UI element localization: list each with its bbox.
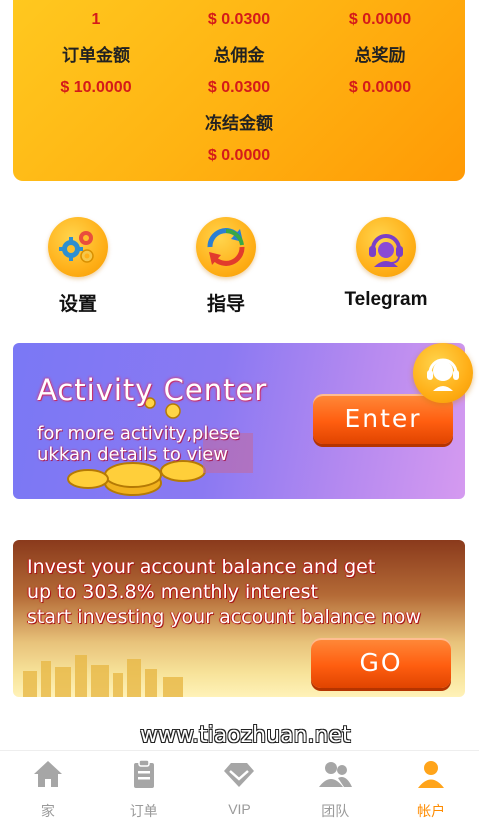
nav-team-label: 团队 xyxy=(321,803,350,818)
nav-vip[interactable]: VIP xyxy=(192,751,288,818)
stat-total-commission: 总佣金 $ 0.0300 xyxy=(169,45,309,99)
invest-line-3: start investing your account balance now xyxy=(27,606,421,628)
nav-account-label: 帐户 xyxy=(417,803,446,818)
nav-account[interactable]: 帐户 xyxy=(383,751,479,818)
stat-value: $ 0.0300 xyxy=(207,79,271,96)
account-stats-card: 1 $ 0.0300 $ 0.0000 订单金额 $ 10.0000 总佣金 $… xyxy=(13,0,465,181)
watermark: www.tiaozhuan.net xyxy=(140,723,351,748)
user-icon xyxy=(418,761,445,788)
invest-text: Invest your account balance and get up t… xyxy=(27,555,457,630)
stat-value: $ 0.0000 xyxy=(348,11,412,28)
invest-line-2: up to 303.8% menthly interest xyxy=(27,581,318,603)
nav-home[interactable]: 家 xyxy=(0,751,96,818)
nav-orders[interactable]: 订单 xyxy=(96,751,192,818)
stat-label: 订单金额 xyxy=(62,46,130,65)
guide-action[interactable]: 指导 xyxy=(166,217,286,316)
activity-center-subtitle: for more activity,plese ukkan details to… xyxy=(37,423,240,465)
go-button[interactable]: GO xyxy=(311,638,451,688)
bottom-nav: 家 订单 VIP 团队 帐户 xyxy=(0,750,479,818)
stat-value: $ 0.0000 xyxy=(348,79,412,96)
activity-center-title: Activity Center xyxy=(37,373,268,407)
nav-team[interactable]: 团队 xyxy=(287,751,383,818)
stat-label: 总奖励 xyxy=(354,46,406,65)
nav-home-label: 家 xyxy=(40,803,55,818)
stat-label: 总佣金 xyxy=(213,46,265,65)
headset-support-icon xyxy=(427,358,459,391)
stat-value: $ 0.0300 xyxy=(207,11,271,28)
stat-total-reward: 总奖励 $ 0.0000 xyxy=(310,45,450,99)
settings-label: 设置 xyxy=(58,294,97,315)
stat-row1-col3: $ 0.0000 xyxy=(310,9,450,31)
stat-value: 1 xyxy=(91,11,101,28)
stat-order-amount: 订单金额 $ 10.0000 xyxy=(26,45,166,99)
nav-orders-label: 订单 xyxy=(129,803,158,818)
headset-support-icon xyxy=(356,217,416,277)
nav-vip-label: VIP xyxy=(228,801,251,817)
telegram-label: Telegram xyxy=(344,289,428,310)
stat-frozen-amount: 冻结金额 $ 0.0000 xyxy=(169,113,309,167)
customer-service-float-button[interactable] xyxy=(413,343,473,403)
stat-label: 冻结金额 xyxy=(205,114,273,133)
stat-value: $ 0.0000 xyxy=(207,147,271,164)
stat-value: $ 10.0000 xyxy=(60,79,132,96)
diamond-icon xyxy=(224,763,255,787)
stat-row1-col2: $ 0.0300 xyxy=(169,9,309,31)
invest-line-1: Invest your account balance and get xyxy=(27,556,376,578)
home-icon xyxy=(33,761,62,787)
settings-action[interactable]: 设置 xyxy=(18,217,138,316)
telegram-action[interactable]: Telegram xyxy=(326,217,446,311)
gears-icon xyxy=(48,217,108,277)
activity-center-banner[interactable]: Activity Center for more activity,plese … xyxy=(13,343,465,499)
guide-label: 指导 xyxy=(206,294,245,315)
stat-row1-col1: 1 xyxy=(26,9,166,31)
invest-banner[interactable]: Invest your account balance and get up t… xyxy=(13,540,465,697)
team-icon xyxy=(319,762,353,787)
clipboard-icon xyxy=(133,759,154,788)
refresh-arrows-icon xyxy=(196,217,256,277)
